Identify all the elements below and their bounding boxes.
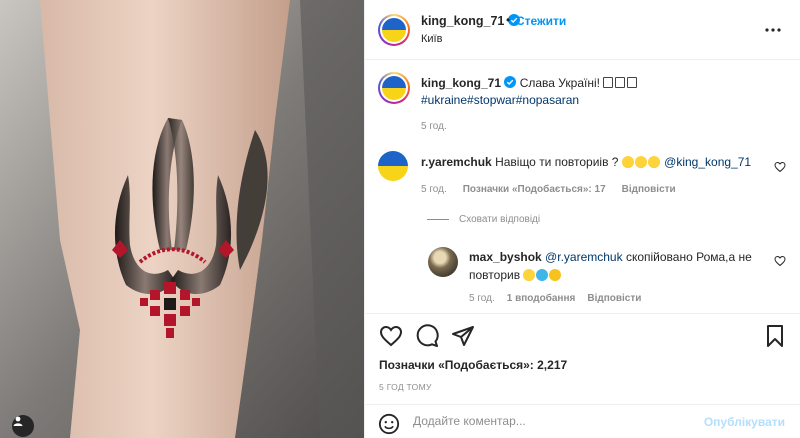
post-actions: [365, 313, 800, 357]
verified-icon: [504, 76, 517, 88]
post-location[interactable]: Київ: [421, 33, 442, 45]
caption-text: Слава Україні!: [519, 76, 600, 90]
caption-hashtags[interactable]: #ukraine#stopwar#nopasaran: [421, 93, 579, 107]
reply-like-heart-icon[interactable]: [774, 255, 786, 267]
author-avatar[interactable]: [378, 14, 410, 46]
comment-mention[interactable]: @king_kong_71: [664, 155, 751, 169]
comment-input[interactable]: [413, 414, 663, 428]
comment-emojis: [621, 155, 661, 169]
more-options-icon[interactable]: [765, 22, 781, 38]
emoji-icon[interactable]: [378, 413, 400, 435]
reply-emojis: [523, 268, 562, 282]
reply-likes[interactable]: 1 вподобання: [507, 293, 576, 304]
reply-time: 5 год.: [469, 293, 495, 304]
commenter-avatar[interactable]: [378, 151, 408, 181]
share-icon[interactable]: [451, 324, 475, 348]
bookmark-icon[interactable]: [763, 324, 787, 348]
comment-like-heart-icon[interactable]: [774, 161, 786, 173]
post-side-panel: king_kong_71 • Стежити Київ king_kong_71…: [364, 0, 800, 438]
comment-likes[interactable]: Позначки «Подобається»: 17: [463, 184, 606, 195]
comment-time: 5 год.: [421, 184, 447, 195]
post-header: king_kong_71 • Стежити Київ: [365, 0, 800, 60]
post-time[interactable]: 5 ГОД ТОМУ: [379, 382, 432, 392]
caption-avatar[interactable]: [378, 72, 410, 104]
author-username-text[interactable]: king_kong_71: [421, 14, 504, 28]
caption-emoji-flags: [603, 76, 639, 90]
publish-button[interactable]: Опублікувати: [704, 415, 785, 429]
reply-username[interactable]: max_byshok: [469, 250, 542, 264]
post-likes[interactable]: Позначки «Подобається»: 2,217: [379, 358, 567, 372]
comment-icon[interactable]: [415, 324, 439, 348]
hide-replies-line: [427, 219, 449, 220]
user-tag-icon[interactable]: [12, 415, 34, 437]
header-separator: •: [506, 13, 511, 27]
comment-username[interactable]: r.yaremchuk: [421, 155, 492, 169]
comment-reply-button[interactable]: Відповісти: [622, 184, 676, 195]
hide-replies-label[interactable]: Сховати відповіді: [459, 214, 540, 225]
reply-avatar[interactable]: [428, 247, 458, 277]
tattoo-photo-illustration: [0, 0, 364, 438]
reply-meta: 5 год. 1 вподобання Відповісти: [469, 293, 641, 304]
post-view: king_kong_71 • Стежити Київ king_kong_71…: [0, 0, 800, 438]
follow-button[interactable]: Стежити: [516, 14, 566, 28]
reply-mention[interactable]: @r.yaremchuk: [545, 250, 623, 264]
comment-text: r.yaremchuk Навіщо ти повториів ? @king_…: [421, 155, 751, 169]
heart-icon[interactable]: [379, 324, 403, 348]
reply-text: max_byshok @r.yaremchuk скопійовано Рома…: [469, 248, 769, 284]
comment-body: Навіщо ти повториів ?: [495, 155, 619, 169]
reply-reply-button[interactable]: Відповісти: [587, 293, 641, 304]
hide-replies-button[interactable]: Сховати відповіді: [427, 214, 540, 225]
post-photo: [0, 0, 364, 438]
post-caption: king_kong_71 Слава Україні! #ukraine#sto…: [421, 75, 781, 109]
caption-time: 5 год.: [421, 121, 447, 132]
comment-meta: 5 год. Позначки «Подобається»: 17 Відпов…: [421, 184, 676, 195]
comment-bar: Опублікувати: [365, 404, 800, 438]
caption-username[interactable]: king_kong_71: [421, 76, 501, 90]
